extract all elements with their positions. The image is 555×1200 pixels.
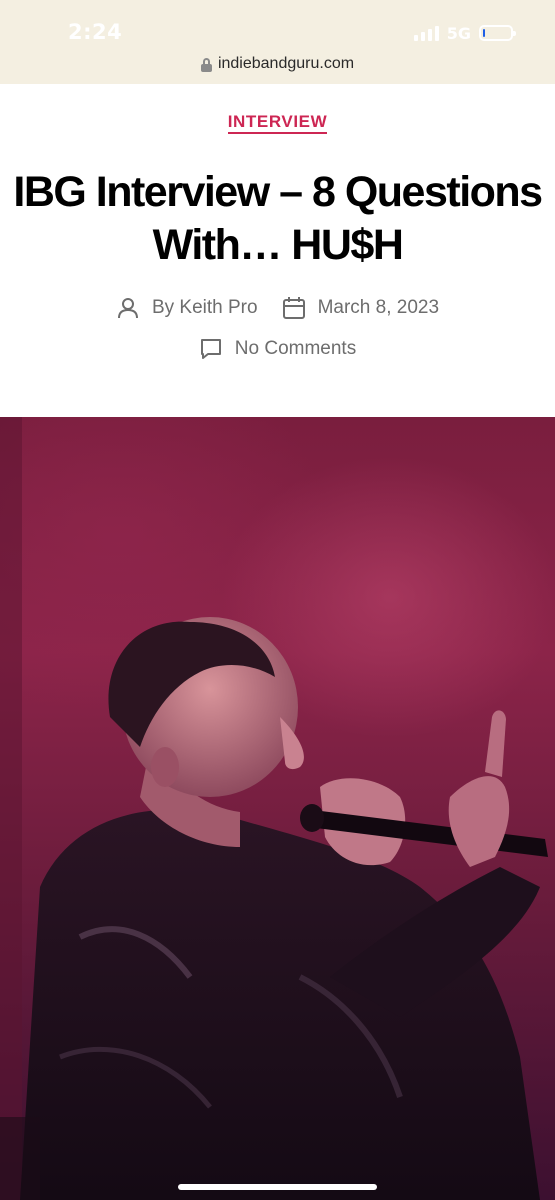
person-icon bbox=[117, 298, 138, 319]
category-link[interactable]: INTERVIEW bbox=[227, 112, 328, 134]
featured-image bbox=[0, 417, 555, 1200]
date-link[interactable]: March 8, 2023 bbox=[318, 297, 439, 319]
calendar-icon bbox=[282, 297, 305, 319]
post-meta: By Keith Pro March 8, 2023 bbox=[0, 296, 555, 320]
post-author: By Keith Pro bbox=[116, 296, 258, 320]
browser-top-bar: 2:24 5G indiebandguru.com bbox=[0, 0, 555, 84]
performer-photo bbox=[0, 417, 548, 1200]
address-bar[interactable]: indiebandguru.com bbox=[0, 52, 555, 76]
post-comments: No Comments bbox=[199, 337, 356, 361]
url-text[interactable]: indiebandguru.com bbox=[218, 55, 354, 73]
comment-bubble-icon bbox=[200, 339, 221, 359]
category-container: INTERVIEW bbox=[0, 112, 555, 134]
status-time: 2:24 bbox=[68, 20, 123, 44]
post-date: March 8, 2023 bbox=[282, 296, 439, 320]
author-link[interactable]: By Keith Pro bbox=[152, 297, 258, 319]
post-meta-comments: No Comments bbox=[0, 337, 555, 361]
cellular-signal-icon bbox=[413, 25, 439, 41]
battery-icon bbox=[479, 25, 516, 41]
home-indicator[interactable] bbox=[178, 1184, 377, 1190]
post-title: IBG Interview – 8 Questions With… HU$H bbox=[13, 168, 543, 269]
status-indicators: 5G bbox=[413, 22, 516, 44]
comments-link[interactable]: No Comments bbox=[235, 338, 356, 360]
battery-level bbox=[483, 29, 485, 37]
network-type: 5G bbox=[446, 23, 471, 43]
lock-icon bbox=[200, 58, 212, 72]
